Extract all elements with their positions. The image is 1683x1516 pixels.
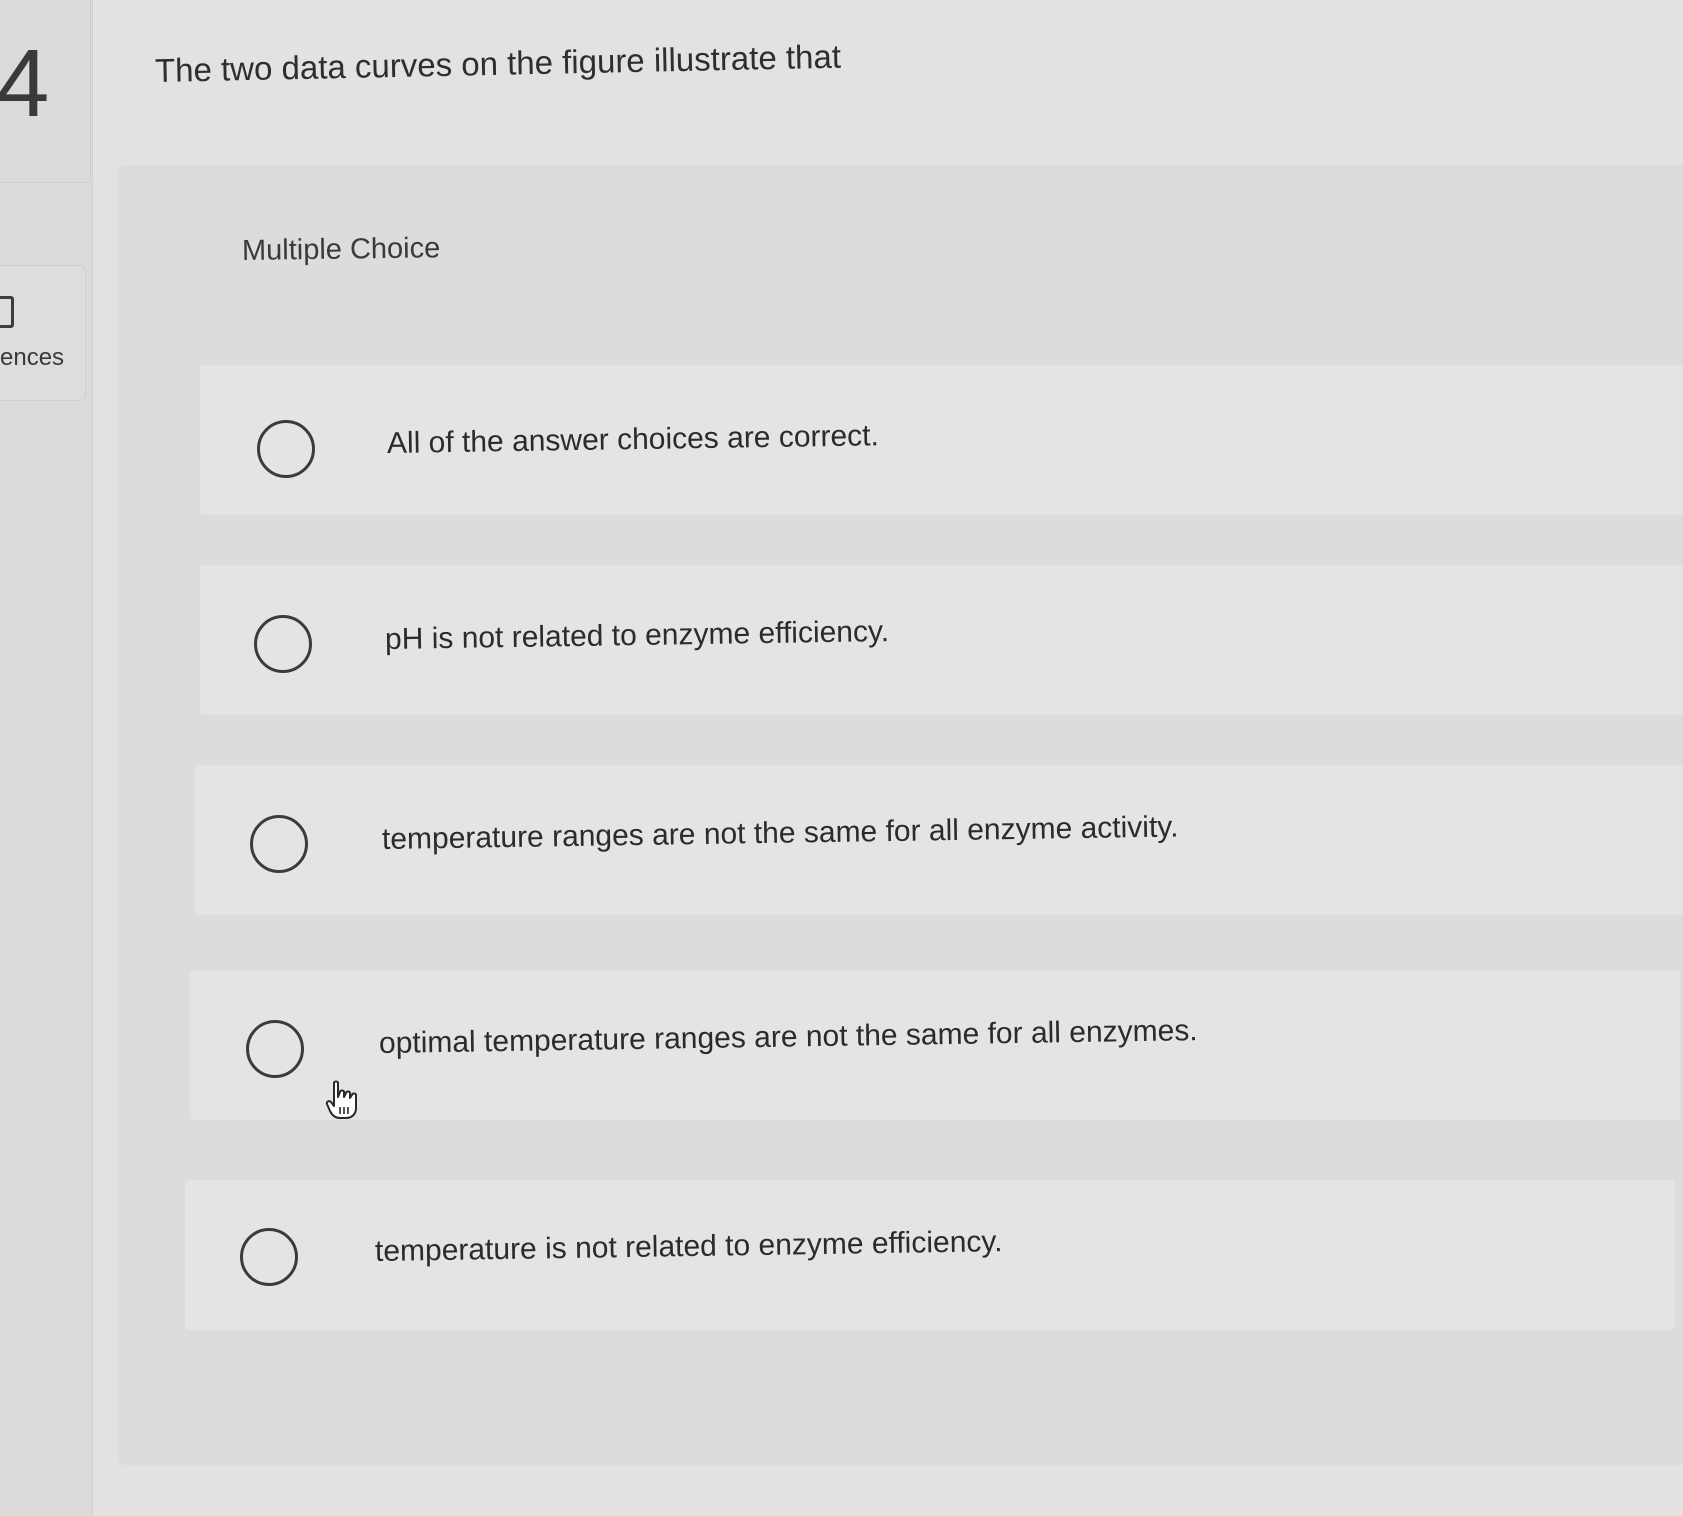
book-icon [0,296,14,328]
question-number: 4 [0,30,50,137]
radio-unselected-icon[interactable] [257,420,315,478]
choice-label: temperature is not related to enzyme eff… [374,1225,1003,1268]
choice-option-4[interactable]: optimal temperature ranges are not the s… [190,970,1680,1120]
choice-label: temperature ranges are not the same for … [381,810,1179,856]
choice-option-2[interactable]: pH is not related to enzyme efficiency. [200,565,1683,715]
hand-pointer-icon [325,1080,357,1119]
choice-option-1[interactable]: All of the answer choices are correct. [200,365,1683,515]
choice-label: pH is not related to enzyme efficiency. [384,615,890,656]
choice-label: All of the answer choices are correct. [386,419,880,460]
references-label: ences [0,344,65,371]
radio-unselected-icon[interactable] [254,615,312,673]
choice-option-5[interactable]: temperature is not related to enzyme eff… [185,1180,1675,1330]
choice-option-3[interactable]: temperature ranges are not the same for … [195,765,1683,915]
question-prompt: The two data curves on the figure illust… [154,37,842,89]
question-type-label: Multiple Choice [241,232,441,267]
left-rail [0,0,93,1516]
radio-unselected-icon[interactable] [250,815,308,873]
radio-unselected-icon[interactable] [240,1228,298,1286]
references-button[interactable]: ences [0,265,86,401]
radio-unselected-icon[interactable] [246,1020,304,1078]
choice-label: optimal temperature ranges are not the s… [378,1014,1198,1060]
